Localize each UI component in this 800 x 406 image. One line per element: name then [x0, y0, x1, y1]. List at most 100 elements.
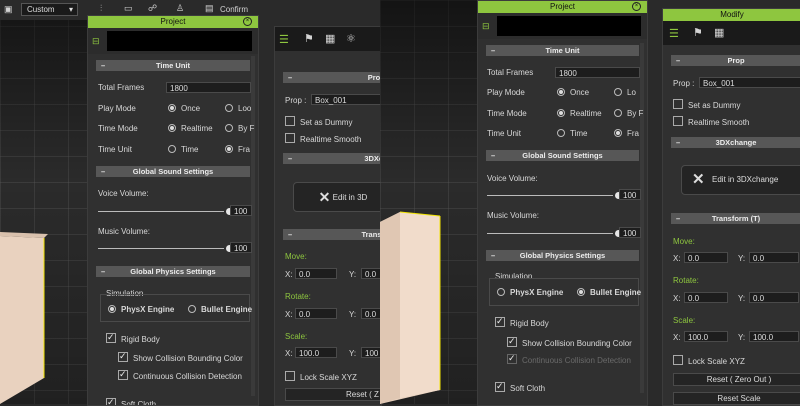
confirm-icon[interactable]: ▤	[205, 3, 214, 14]
edit-in-3dxchange-button[interactable]: ✕ Edit in 3DXchange	[681, 165, 800, 195]
transform-header[interactable]: –Transfo	[283, 229, 381, 240]
sound-header[interactable]: – Global Sound Settings	[486, 150, 639, 161]
radio-realtime[interactable]: Realtime	[168, 124, 213, 133]
radio-loop[interactable]: Lo	[614, 88, 636, 97]
voice-volume-input[interactable]: 100	[230, 205, 252, 216]
reset-button[interactable]: Reset ( Zero Out )	[673, 373, 800, 386]
checker-icon[interactable]: ▦	[714, 26, 724, 39]
voice-volume-input[interactable]: 100	[619, 189, 641, 200]
prop-name-input[interactable]: Box_001	[311, 94, 381, 105]
scale-x-input[interactable]: 100.0	[684, 331, 728, 342]
motion-icon[interactable]: ⚑	[693, 26, 703, 39]
realtime-smooth-checkbox[interactable]: Realtime Smooth	[673, 116, 749, 127]
radio-once[interactable]: Once	[557, 88, 589, 97]
character-icon[interactable]: ☍	[148, 3, 157, 14]
radio-loop[interactable]: Loo	[225, 104, 251, 113]
continuous-collision-checkbox[interactable]: Continuous Collision Detection	[118, 369, 242, 381]
radio-frame[interactable]: Fra	[614, 129, 639, 138]
lock-scale-checkbox[interactable]: Lock Scale XYZ	[673, 355, 745, 366]
radio-once[interactable]: Once	[168, 104, 200, 113]
folder-icon[interactable]: ▭	[124, 3, 133, 14]
box-object[interactable]	[0, 0, 97, 404]
close-icon[interactable]: ×	[243, 17, 252, 26]
continuous-collision-checkbox[interactable]: Continuous Collision Detection	[507, 353, 631, 365]
music-volume-slider[interactable]	[487, 230, 622, 237]
threedx-header[interactable]: –3DXchange	[671, 137, 800, 148]
scale-y-input[interactable]: 100.0	[749, 331, 799, 342]
realtime-smooth-checkbox[interactable]: Realtime Smooth	[285, 133, 361, 144]
radio-byframe[interactable]: By F	[225, 124, 254, 133]
show-collision-checkbox[interactable]: Show Collision Bounding Color	[507, 336, 632, 348]
frame-label: Fra	[627, 129, 639, 138]
move-x-input[interactable]: 0.0	[295, 268, 337, 279]
radio-physx[interactable]: PhysX Engine	[497, 288, 563, 297]
sound-header[interactable]: – Global Sound Settings	[96, 166, 250, 177]
folder-icon[interactable]: ⊟	[482, 21, 490, 32]
prop-header[interactable]: – Pro	[283, 72, 381, 83]
rotate-x-input[interactable]: 0.0	[684, 292, 728, 303]
sliders-icon[interactable]: ☰	[279, 33, 289, 46]
voice-volume-slider[interactable]	[98, 208, 233, 215]
edit-in-3dxchange-button[interactable]: ✕ Edit in 3D	[293, 182, 381, 212]
soft-cloth-checkbox[interactable]: Soft Cloth	[106, 397, 156, 405]
rotate-x-input[interactable]: 0.0	[295, 308, 337, 319]
radio-byframe[interactable]: By F	[614, 109, 643, 118]
threedx-header[interactable]: –3DXch	[283, 153, 381, 164]
soft-cloth-checkbox[interactable]: Soft Cloth	[495, 381, 545, 393]
physics-icon[interactable]: ⚛	[346, 32, 356, 45]
rigid-body-checkbox[interactable]: Rigid Body	[495, 316, 549, 328]
panel-titlebar[interactable]: Modify	[663, 9, 800, 21]
time-unit-header[interactable]: – Time Unit	[96, 60, 250, 71]
physics-header[interactable]: – Global Physics Settings	[96, 266, 250, 277]
music-volume-slider[interactable]	[98, 245, 233, 252]
panel-titlebar[interactable]: Project ×	[478, 1, 647, 13]
music-volume-input[interactable]: 100	[230, 242, 252, 253]
box-object[interactable]	[380, 0, 477, 404]
music-volume-input[interactable]: 100	[619, 227, 641, 238]
radio-time[interactable]: Time	[168, 145, 198, 154]
scrollbar[interactable]	[251, 56, 255, 396]
project-panel-left: Project × ⊟ – Time Unit Total Frames 1800 …	[87, 15, 259, 406]
walk-icon[interactable]: ♙	[176, 3, 184, 14]
reset-button[interactable]: Reset ( Z	[285, 388, 381, 401]
physics-header[interactable]: – Global Physics Settings	[486, 250, 639, 261]
lock-scale-checkbox[interactable]: Lock Scale XYZ	[285, 371, 357, 382]
confirm-label[interactable]: Confirm	[220, 5, 248, 14]
radio-time[interactable]: Time	[557, 129, 587, 138]
panel-titlebar[interactable]: Project ×	[88, 16, 258, 28]
radio-bullet[interactable]: Bullet Engine	[577, 288, 641, 297]
scale-x-input[interactable]: 100.0	[295, 347, 337, 358]
radio-frame[interactable]: Fra	[225, 145, 250, 154]
show-collision-checkbox[interactable]: Show Collision Bounding Color	[118, 351, 243, 363]
rotate-y-input[interactable]: 0.0	[749, 292, 799, 303]
radio-bullet[interactable]: Bullet Engine	[188, 305, 252, 314]
voice-volume-slider[interactable]	[487, 192, 622, 199]
viewport-middle[interactable]	[380, 0, 477, 404]
radio-realtime[interactable]: Realtime	[557, 109, 602, 118]
prop-name-input[interactable]: Box_001	[699, 77, 800, 88]
move-x-input[interactable]: 0.0	[684, 252, 728, 263]
set-as-dummy-checkbox[interactable]: Set as Dummy	[673, 99, 740, 110]
radio-physx[interactable]: PhysX Engine	[108, 305, 174, 314]
set-as-dummy-checkbox[interactable]: Set as Dummy	[285, 116, 352, 127]
close-icon[interactable]: ×	[632, 2, 641, 11]
checker-icon[interactable]: ▦	[325, 32, 335, 45]
timeline-icon[interactable]: ⫶	[100, 3, 102, 14]
reset-scale-button[interactable]: Reset Scale	[673, 392, 800, 405]
move-y-input[interactable]: 0.0	[749, 252, 799, 263]
rotate-y-input[interactable]: 0.0	[361, 308, 381, 319]
scrollbar[interactable]	[640, 43, 644, 393]
scale-y-input[interactable]: 100	[361, 347, 381, 358]
viewport-left[interactable]	[0, 0, 97, 404]
total-frames-input[interactable]: 1800	[166, 82, 251, 93]
motion-icon[interactable]: ⚑	[304, 32, 314, 45]
total-frames-input[interactable]: 1800	[555, 67, 640, 78]
transform-header[interactable]: – Transform (T)	[671, 213, 800, 224]
prop-header[interactable]: – Prop	[671, 55, 800, 66]
sound-header-label: Global Sound Settings	[522, 151, 603, 160]
modify-tabs: ☰ ⚑ ▦ ⚛	[275, 27, 381, 51]
sliders-icon[interactable]: ☰	[669, 27, 679, 40]
rigid-body-checkbox[interactable]: Rigid Body	[106, 332, 160, 344]
move-y-input[interactable]: 0.0	[361, 268, 381, 279]
time-unit-header[interactable]: – Time Unit	[486, 45, 639, 56]
